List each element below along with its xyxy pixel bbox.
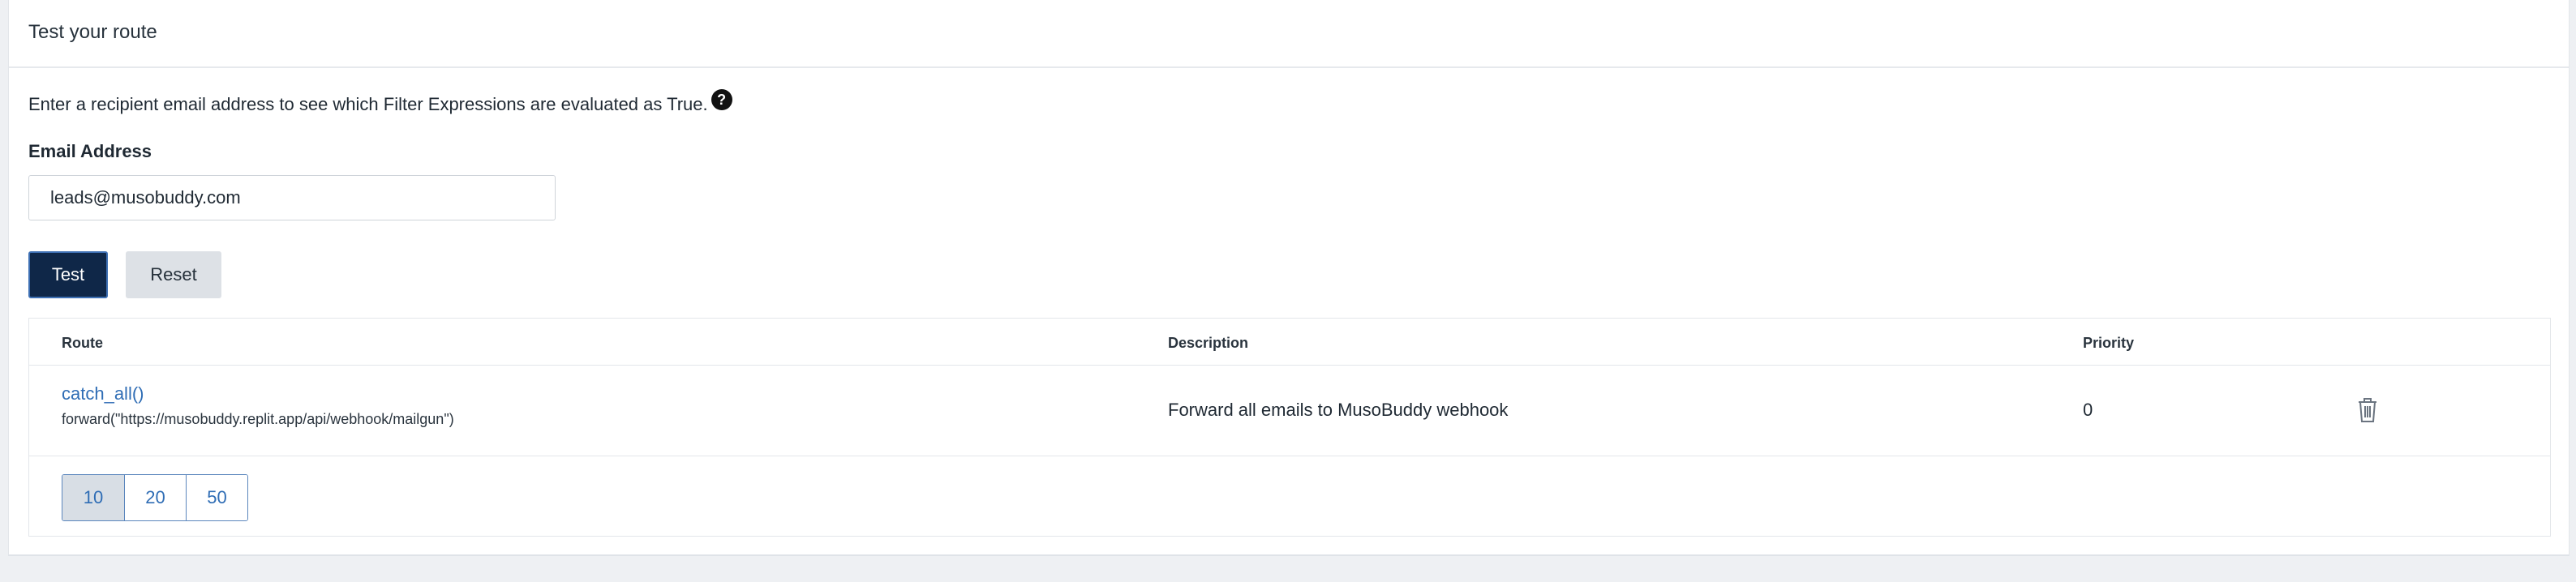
table-header: Route Description Priority bbox=[29, 319, 2550, 366]
intro-text: Enter a recipient email address to see w… bbox=[28, 94, 708, 114]
test-button[interactable]: Test bbox=[28, 251, 108, 298]
route-action: forward("https://musobuddy.replit.app/ap… bbox=[62, 411, 454, 427]
page-size-50[interactable]: 50 bbox=[186, 475, 247, 520]
table-row: catch_all() forward("https://musobuddy.r… bbox=[29, 366, 2550, 456]
email-field[interactable] bbox=[28, 175, 556, 220]
page-size-selector: 10 20 50 bbox=[62, 474, 248, 521]
route-description: Forward all emails to MusoBuddy webhook bbox=[1168, 400, 1509, 420]
test-route-card: Test your route Enter a recipient email … bbox=[8, 0, 2570, 556]
email-label: Email Address bbox=[28, 141, 152, 161]
header-route: Route bbox=[62, 335, 103, 351]
question-circle-icon[interactable]: ? bbox=[711, 89, 732, 110]
route-priority: 0 bbox=[2083, 400, 2093, 420]
route-link[interactable]: catch_all() bbox=[62, 383, 144, 404]
page-size-10[interactable]: 10 bbox=[62, 475, 124, 520]
reset-button[interactable]: Reset bbox=[126, 251, 221, 298]
header-description: Description bbox=[1168, 335, 1249, 351]
routes-table: Route Description Priority catch_all() f… bbox=[28, 318, 2551, 537]
card-header: Test your route bbox=[9, 0, 2569, 68]
header-priority: Priority bbox=[2083, 335, 2135, 351]
intro-text-row: Enter a recipient email address to see w… bbox=[28, 89, 732, 115]
page-size-20[interactable]: 20 bbox=[124, 475, 186, 520]
trash-icon[interactable] bbox=[2355, 396, 2380, 424]
card-title: Test your route bbox=[28, 21, 157, 43]
